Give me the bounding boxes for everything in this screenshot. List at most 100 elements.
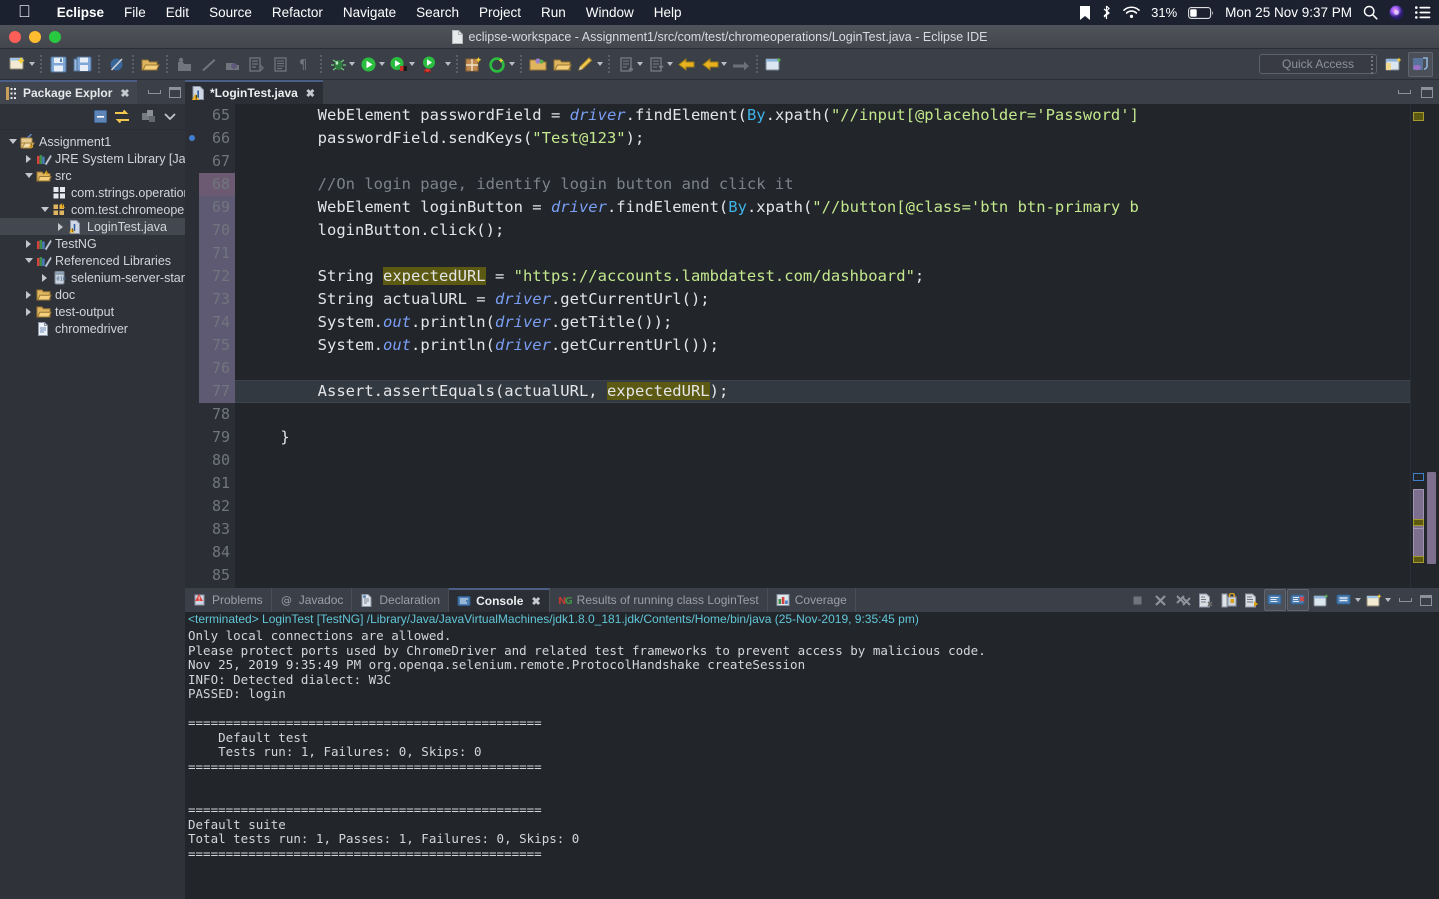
view-menu-focus-icon[interactable] <box>141 109 157 124</box>
remove-all-launches-icon[interactable] <box>1172 589 1194 611</box>
tree-twisty-down-icon[interactable] <box>22 258 35 263</box>
tab-results-of-running-class-logintest[interactable]: NGResults of running class LoginTest <box>550 588 768 612</box>
code-line[interactable]: WebElement loginButton = driver.findElem… <box>243 196 1410 219</box>
tree-twisty-down-icon[interactable] <box>22 173 35 178</box>
tree-item-referenced-libraries[interactable]: Referenced Libraries <box>0 252 185 269</box>
tab-coverage[interactable]: Coverage <box>768 588 856 612</box>
scrollbar-thumb[interactable] <box>1427 472 1436 564</box>
collapse-all-icon[interactable] <box>93 109 108 124</box>
pin-console-icon[interactable] <box>1287 589 1309 611</box>
annotation-marker-occurrence2[interactable] <box>1413 519 1424 526</box>
tree-item-src[interactable]: !src <box>0 167 185 184</box>
close-icon[interactable]: ✖ <box>120 87 129 100</box>
code-line[interactable] <box>243 472 1410 495</box>
mac-menu-refactor[interactable]: Refactor <box>262 5 333 20</box>
code-line[interactable]: //On login page, identify login button a… <box>243 173 1410 196</box>
tree-item-logintest-java[interactable]: J!LoginTest.java <box>0 218 185 235</box>
new-java-class-icon[interactable] <box>196 52 220 76</box>
code-line[interactable]: String expectedURL = "https://accounts.l… <box>243 265 1410 288</box>
show-console-on-output-icon[interactable] <box>1264 589 1286 611</box>
spotlight-search-icon[interactable] <box>1363 5 1378 20</box>
mac-menu-project[interactable]: Project <box>469 5 531 20</box>
code-line[interactable] <box>243 449 1410 472</box>
maximize-icon[interactable] <box>169 87 181 98</box>
tree-twisty-right-icon[interactable] <box>54 223 67 231</box>
code-line[interactable] <box>243 357 1410 380</box>
coverage-dropdown-arrow[interactable] <box>407 52 416 76</box>
code-line[interactable] <box>243 541 1410 564</box>
tab-declaration[interactable]: Declaration <box>352 588 449 612</box>
code-line[interactable]: passwordField.sendKeys("Test@123"); <box>243 127 1410 150</box>
new-maven-dropdown-arrow[interactable] <box>507 52 516 76</box>
prev-annotation-icon[interactable] <box>614 52 638 76</box>
remove-launch-icon[interactable] <box>1149 589 1171 611</box>
tree-item-selenium-server-stan[interactable]: 010selenium-server-stan <box>0 269 185 286</box>
new-console-dropdown-arrow[interactable] <box>1383 588 1392 612</box>
mac-menu-source[interactable]: Source <box>199 5 262 20</box>
skip-all-breakpoints-icon[interactable] <box>104 52 128 76</box>
tree-item-com-test-chromeoper[interactable]: !com.test.chromeoper <box>0 201 185 218</box>
maximize-icon[interactable] <box>1420 595 1432 606</box>
code-line[interactable] <box>243 564 1410 587</box>
open-console-icon[interactable] <box>1333 589 1355 611</box>
display-selected-console-icon[interactable] <box>1310 589 1332 611</box>
code-line[interactable] <box>243 403 1410 426</box>
minimize-icon[interactable] <box>1398 90 1411 94</box>
notification-center-icon[interactable] <box>1415 6 1431 19</box>
mac-menu-window[interactable]: Window <box>576 5 644 20</box>
minimize-icon[interactable] <box>148 90 161 94</box>
console-output-text[interactable]: Only local connections are allowed. Plea… <box>185 629 1439 899</box>
apple-logo-icon[interactable]:  <box>18 3 31 20</box>
tab-package-explorer[interactable]: Package Explor ✖ <box>0 80 137 104</box>
code-line[interactable]: loginButton.click(); <box>243 219 1410 242</box>
code-line[interactable]: } <box>243 426 1410 449</box>
back-icon[interactable] <box>674 52 698 76</box>
code-line[interactable]: System.out.println(driver.getTitle()); <box>243 311 1410 334</box>
toggle-wordwrap-icon[interactable] <box>268 52 292 76</box>
tree-twisty-right-icon[interactable] <box>22 240 35 248</box>
wifi-icon[interactable] <box>1123 6 1140 19</box>
open-type-icon[interactable] <box>138 52 162 76</box>
next-annotation-dropdown-arrow[interactable] <box>665 52 674 76</box>
run-dropdown-arrow[interactable] <box>377 52 386 76</box>
tree-twisty-right-icon[interactable] <box>22 308 35 316</box>
siri-icon[interactable] <box>1389 5 1404 20</box>
java-perspective-button[interactable] <box>1408 52 1433 77</box>
tree-item-testng[interactable]: TestNG <box>0 235 185 252</box>
link-with-editor-icon[interactable] <box>114 109 130 124</box>
battery-icon[interactable] <box>1188 7 1214 19</box>
tree-item-assignment1[interactable]: !Assignment1 <box>0 133 185 150</box>
show-whitespace-icon[interactable]: ¶ <box>292 52 316 76</box>
save-icon[interactable] <box>46 52 70 76</box>
editor-marker-gutter[interactable] <box>185 104 199 588</box>
minimize-icon[interactable] <box>1399 598 1412 602</box>
external-tools-icon[interactable] <box>728 52 752 76</box>
toggle-markoccurrences-icon[interactable] <box>244 52 268 76</box>
tree-item-com-strings-operation[interactable]: com.strings.operation <box>0 184 185 201</box>
open-perspective-button[interactable] <box>1381 52 1406 77</box>
maximize-icon[interactable] <box>1421 87 1433 98</box>
mac-menu-edit[interactable]: Edit <box>156 5 199 20</box>
new-java-package-icon[interactable] <box>172 52 196 76</box>
annotation-marker-occurrence[interactable] <box>1413 473 1424 481</box>
tree-twisty-right-icon[interactable] <box>22 155 35 163</box>
source-editor[interactable]: 6566676869707172737475767778798081828384… <box>185 104 1439 588</box>
next-annotation-icon[interactable] <box>644 52 668 76</box>
editor-vertical-scrollbar[interactable] <box>1425 104 1439 588</box>
tab-console[interactable]: Console✖ <box>449 588 550 612</box>
annotation-marker-folding[interactable] <box>1413 112 1424 121</box>
tree-item-doc[interactable]: doc <box>0 286 185 303</box>
open-console-dropdown-arrow[interactable] <box>1353 588 1362 612</box>
toolbar-drag-handle[interactable] <box>1370 55 1374 75</box>
tree-twisty-right-icon[interactable] <box>22 291 35 299</box>
annotation-marker-occurrence3[interactable] <box>1413 556 1424 563</box>
mac-menu-run[interactable]: Run <box>531 5 576 20</box>
code-line[interactable] <box>243 495 1410 518</box>
bluetooth-icon[interactable] <box>1101 5 1112 20</box>
code-line[interactable]: System.out.println(driver.getCurrentUrl(… <box>243 334 1410 357</box>
minimize-window-button[interactable] <box>29 31 41 43</box>
mac-menu-search[interactable]: Search <box>406 5 469 20</box>
new-wizard-dropdown-arrow[interactable] <box>27 52 36 76</box>
code-line[interactable]: WebElement passwordField = driver.findEl… <box>243 104 1410 127</box>
quick-access-input[interactable]: Quick Access <box>1259 54 1377 74</box>
